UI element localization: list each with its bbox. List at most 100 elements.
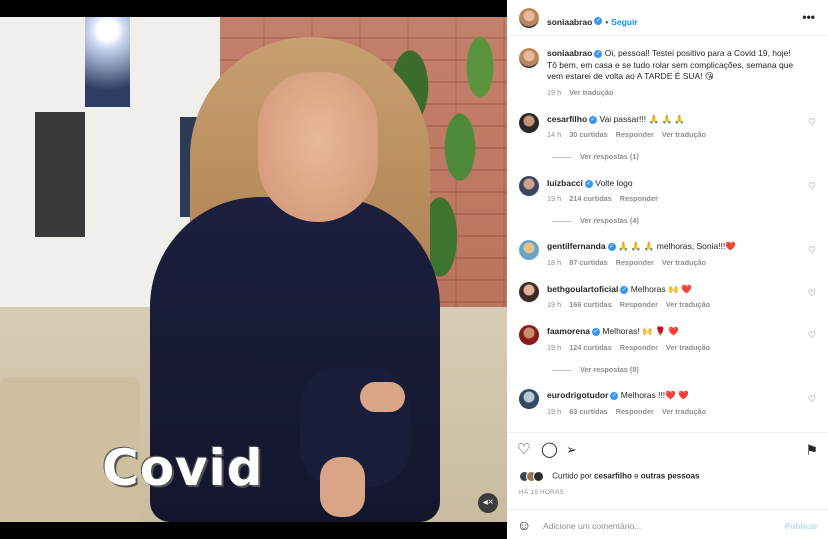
avatar[interactable] <box>519 8 539 28</box>
heart-icon[interactable]: ♡ <box>517 442 530 458</box>
post-actions: ♡ ◯ ➢ ⚑ Curtido por cesarfilho e outras … <box>507 432 828 539</box>
avatar[interactable] <box>519 48 539 68</box>
reply-button[interactable]: Responder <box>620 343 658 352</box>
comment-username[interactable]: faamorena <box>547 326 590 336</box>
comment-likes[interactable]: 166 curtidas <box>569 300 612 309</box>
reply-button[interactable]: Responder <box>616 407 654 416</box>
comment-text: Melhoras 🙌 ❤️ <box>630 284 692 294</box>
comment-meta: 18 h 87 curtidas Responder Ver tradução <box>547 258 714 267</box>
bookmark-icon[interactable]: ⚑ <box>805 442 818 458</box>
comment-text: Melhoras !!!❤️ ❤️ <box>620 390 689 400</box>
comment: gentilfernanda ✓ 🙏 🙏 🙏 melhoras, Sonia!!!… <box>547 241 797 253</box>
comment-likes[interactable]: 63 curtidas <box>569 407 608 416</box>
more-options-icon[interactable]: ••• <box>802 10 815 24</box>
reply-button[interactable]: Responder <box>620 194 658 203</box>
publish-button[interactable]: Publicar <box>784 521 818 531</box>
comment-time: 14 h <box>547 130 562 139</box>
heart-icon[interactable]: ♡ <box>808 288 816 299</box>
avatar[interactable] <box>519 113 539 133</box>
send-icon[interactable]: ➢ <box>566 442 577 458</box>
translate-link[interactable]: Ver tradução <box>662 258 706 267</box>
woman-hand <box>360 382 405 412</box>
heart-icon[interactable]: ♡ <box>808 394 816 405</box>
heart-icon[interactable]: ♡ <box>808 117 816 128</box>
comment-meta: 19 h 166 curtidas Responder Ver tradução <box>547 300 718 309</box>
comment-likes[interactable]: 87 curtidas <box>569 258 608 267</box>
view-replies-label[interactable]: Ver respostas (1) <box>580 152 639 161</box>
comment: cesarfilho ✓ Vai passar!!! 🙏 🙏 🙏 <box>547 114 797 126</box>
comment-username[interactable]: eurodrigotudor <box>547 390 608 400</box>
comment: luizbacci ✓ Volte logo <box>547 178 797 190</box>
translate-link[interactable]: Ver tradução <box>662 407 706 416</box>
liked-by: Curtido por cesarfilho e outras pessoas <box>519 471 699 482</box>
shelf-niche <box>35 112 85 237</box>
post-photo[interactable]: Covid <box>0 17 507 522</box>
caption-time: 19 h <box>547 88 562 97</box>
verified-icon: ✓ <box>594 49 603 58</box>
comment-username[interactable]: luizbacci <box>547 178 583 188</box>
comment-time: 19 h <box>547 300 562 309</box>
verified-icon: ✓ <box>589 115 598 124</box>
woman-hand <box>320 457 365 517</box>
comment-meta: 14 h 30 curtidas Responder Ver tradução <box>547 130 714 139</box>
avatar <box>533 471 544 482</box>
avatar[interactable] <box>519 389 539 409</box>
verified-icon: ✓ <box>607 242 616 251</box>
follow-button[interactable]: Seguir <box>611 17 637 27</box>
separator-dot: • <box>605 18 609 27</box>
heart-icon[interactable]: ♡ <box>808 330 816 341</box>
header-username[interactable]: soniaabrao <box>547 17 592 27</box>
avatar[interactable] <box>519 240 539 260</box>
comment: faamorena ✓ Melhoras! 🙌 🌹 ❤️ <box>547 326 797 338</box>
comment-text: Vai passar!!! 🙏 🙏 🙏 <box>599 114 685 124</box>
reply-button[interactable]: Responder <box>620 300 658 309</box>
liked-by-and: e <box>634 471 639 481</box>
verified-icon: ✓ <box>594 16 603 25</box>
reply-button[interactable]: Responder <box>616 258 654 267</box>
comment-text: 🙏 🙏 🙏 melhoras, Sonia!!!❤️ <box>617 241 736 251</box>
comments-list[interactable]: soniaabrao ✓ Oi, pessoal! Testei positivo… <box>507 37 828 432</box>
avatar[interactable] <box>519 282 539 302</box>
translate-link[interactable]: Ver tradução <box>666 343 710 352</box>
translate-link[interactable]: Ver tradução <box>662 130 706 139</box>
comment-username[interactable]: gentilfernanda <box>547 241 606 251</box>
caption-overlay-text: Covid <box>102 439 264 497</box>
comment-text: Melhoras! 🙌 🌹 ❤️ <box>602 326 679 336</box>
comment-time: 18 h <box>547 258 562 267</box>
view-replies-label[interactable]: Ver respostas (4) <box>580 216 639 225</box>
comment-time: 19 h <box>547 194 562 203</box>
avatar[interactable] <box>519 176 539 196</box>
comment-meta: 19 h 124 curtidas Responder Ver tradução <box>547 343 718 352</box>
comment-box: ☺ Publicar <box>507 509 828 539</box>
speaker-muted-icon[interactable]: ◂× <box>478 493 498 513</box>
comment-likes[interactable]: 124 curtidas <box>569 343 612 352</box>
comment-likes[interactable]: 214 curtidas <box>569 194 612 203</box>
verified-icon: ✓ <box>592 327 600 336</box>
smiley-icon[interactable]: ☺ <box>517 517 531 533</box>
caption-username[interactable]: soniaabrao <box>547 48 592 58</box>
comment-input[interactable] <box>543 518 773 533</box>
translate-link[interactable]: Ver tradução <box>569 88 613 97</box>
comment-icon[interactable]: ◯ <box>541 442 558 458</box>
liked-by-others[interactable]: outras pessoas <box>641 472 700 481</box>
heart-icon[interactable]: ♡ <box>808 245 816 256</box>
reply-button[interactable]: Responder <box>616 130 654 139</box>
verified-icon: ✓ <box>584 179 593 188</box>
comment-username[interactable]: bethgoulartoficial <box>547 284 618 294</box>
post-media[interactable]: Covid ◂× <box>0 0 507 539</box>
heart-icon[interactable]: ♡ <box>808 181 816 192</box>
comment-likes[interactable]: 30 curtidas <box>569 130 608 139</box>
post-side-panel: soniaabrao ✓ • Seguir ••• soniaabrao ✓ Oi, p… <box>507 0 828 539</box>
comment-text: Volte logo <box>595 178 633 188</box>
ceiling-light <box>85 17 130 107</box>
comment-username[interactable]: cesarfilho <box>547 114 587 124</box>
liked-by-prefix: Curtido por <box>552 471 592 481</box>
view-replies[interactable]: Ver respostas (1) <box>552 152 639 161</box>
view-replies[interactable]: Ver respostas (8) <box>552 365 639 374</box>
liked-by-user[interactable]: cesarfilho <box>594 472 632 481</box>
avatar[interactable] <box>519 325 539 345</box>
view-replies-label[interactable]: Ver respostas (8) <box>580 365 639 374</box>
view-replies[interactable]: Ver respostas (4) <box>552 216 639 225</box>
translate-link[interactable]: Ver tradução <box>666 300 710 309</box>
comment-meta: 19 h 214 curtidas Responder <box>547 194 666 203</box>
